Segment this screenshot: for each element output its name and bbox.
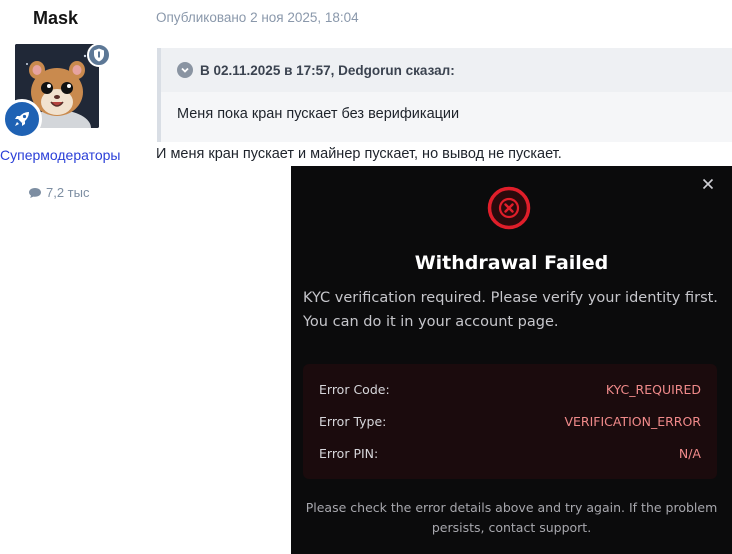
withdrawal-error-modal: Withdrawal Failed KYC verification requi…	[291, 166, 732, 554]
author-name[interactable]: Mask	[33, 8, 78, 29]
speech-bubble-icon	[29, 187, 41, 198]
modal-message-line: KYC verification required. Please verify…	[303, 290, 718, 306]
detail-label: Error Type:	[319, 413, 387, 429]
detail-value: N/A	[678, 445, 701, 461]
modal-message: KYC verification required. Please verify…	[303, 286, 722, 334]
detail-value: VERIFICATION_ERROR	[564, 413, 701, 429]
modal-message-line: You can do it in your account page.	[303, 314, 559, 330]
detail-row-error-code: Error Code: KYC_REQUIRED	[319, 379, 701, 399]
error-x-icon	[487, 186, 531, 230]
user-group-link[interactable]: Супермодераторы	[0, 147, 120, 163]
rank-badge	[2, 99, 42, 139]
modal-footer-note: Please check the error details above and…	[305, 498, 718, 538]
message-count-value: 7,2 тыс	[46, 185, 90, 200]
footer-line: persists, contact support.	[431, 520, 592, 535]
message-count: 7,2 тыс	[28, 185, 89, 200]
quote-text: Меня пока кран пускает без верификации	[177, 106, 460, 122]
detail-label: Error PIN:	[319, 445, 379, 461]
rocket-icon	[15, 112, 29, 126]
footer-line: Please check the error details above and…	[305, 500, 718, 515]
detail-label: Error Code:	[319, 381, 390, 397]
shield-icon	[94, 48, 104, 62]
post-body: И меня кран пускает и майнер пускает, но…	[156, 146, 562, 162]
detail-value: KYC_REQUIRED	[605, 381, 701, 397]
moderator-badge	[87, 43, 111, 67]
quote-header[interactable]: В 02.11.2025 в 17:57, Dedgorun сказал:	[161, 48, 732, 92]
quote-block: В 02.11.2025 в 17:57, Dedgorun сказал: М…	[157, 48, 732, 142]
post-date[interactable]: Опубликовано 2 ноя 2025, 18:04	[156, 10, 359, 25]
detail-row-error-pin: Error PIN: N/A	[319, 443, 701, 463]
error-details-panel: Error Code: KYC_REQUIRED Error Type: VER…	[303, 364, 717, 479]
close-icon[interactable]	[700, 176, 716, 192]
chevron-down-icon[interactable]	[177, 62, 193, 78]
quote-attribution: В 02.11.2025 в 17:57, Dedgorun сказал:	[200, 62, 455, 78]
detail-row-error-type: Error Type: VERIFICATION_ERROR	[319, 411, 701, 431]
modal-title: Withdrawal Failed	[414, 252, 609, 274]
